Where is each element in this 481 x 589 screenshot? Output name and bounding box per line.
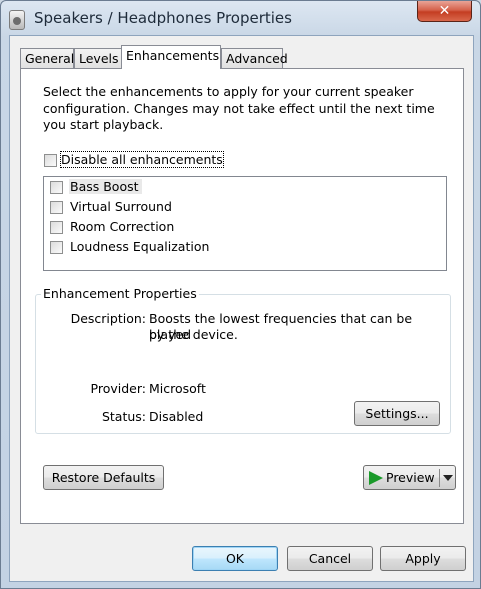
status-value: Disabled <box>149 409 204 424</box>
list-item-label: Room Correction <box>70 219 175 234</box>
tab-label: General <box>25 51 75 66</box>
enhancements-panel: Select the enhancements to apply for you… <box>20 68 464 524</box>
cancel-label: Cancel <box>308 551 352 566</box>
apply-label: Apply <box>405 551 441 566</box>
window-title: Speakers / Headphones Properties <box>34 9 292 27</box>
play-icon <box>369 471 383 485</box>
chevron-down-icon[interactable] <box>443 475 453 481</box>
list-item-checkbox[interactable] <box>50 181 63 194</box>
ok-label: OK <box>225 551 245 566</box>
preview-split-button: Preview <box>363 465 456 490</box>
intro-text: Select the enhancements to apply for you… <box>43 84 435 132</box>
list-item-label: Loudness Equalization <box>70 239 210 254</box>
settings-button[interactable]: Settings... <box>354 401 440 426</box>
close-icon: ✕ <box>438 3 451 19</box>
tab-general[interactable]: General <box>20 48 74 68</box>
list-item-checkbox[interactable] <box>50 241 63 254</box>
tab-levels[interactable]: Levels <box>74 48 122 68</box>
description-line-2: by the device. <box>149 327 238 342</box>
close-button[interactable]: ✕ <box>417 1 472 22</box>
status-label: Status: <box>101 409 146 424</box>
tab-label: Advanced <box>226 51 288 66</box>
restore-defaults-button[interactable]: Restore Defaults <box>43 465 164 490</box>
split-divider <box>439 469 440 487</box>
ok-button[interactable]: OK <box>192 546 278 571</box>
settings-button-label: Settings... <box>365 406 429 421</box>
tab-enhancements[interactable]: Enhancements <box>121 45 221 69</box>
list-item-checkbox[interactable] <box>50 221 63 234</box>
title-bar[interactable]: Speakers / Headphones Properties ✕ <box>1 1 480 35</box>
tab-advanced[interactable]: Advanced <box>221 48 288 68</box>
group-title: Enhancement Properties <box>41 286 199 301</box>
enhancement-properties-group: Enhancement Properties Description: Boos… <box>35 286 451 434</box>
tab-label: Levels <box>79 51 119 66</box>
list-item-label: Bass Boost <box>69 179 142 194</box>
list-item-checkbox[interactable] <box>50 201 63 214</box>
speaker-icon <box>9 10 25 30</box>
tab-label: Enhancements <box>126 48 220 63</box>
enhancements-list: Bass Boost Virtual Surround Room Correct… <box>43 176 447 271</box>
description-label: Description: <box>70 311 146 326</box>
apply-button[interactable]: Apply <box>380 546 466 571</box>
disable-all-label[interactable]: Disable all enhancements <box>60 151 224 168</box>
list-item-label: Virtual Surround <box>70 199 172 214</box>
preview-label: Preview <box>386 470 435 485</box>
dialog-client: General Levels Enhancements Advanced Sel… <box>9 35 474 582</box>
provider-label: Provider: <box>90 381 146 396</box>
provider-value: Microsoft <box>149 381 206 396</box>
disable-all-checkbox[interactable] <box>44 154 57 167</box>
restore-defaults-label: Restore Defaults <box>51 470 156 485</box>
cancel-button[interactable]: Cancel <box>287 546 373 571</box>
properties-window: Speakers / Headphones Properties ✕ Gener… <box>0 0 481 589</box>
